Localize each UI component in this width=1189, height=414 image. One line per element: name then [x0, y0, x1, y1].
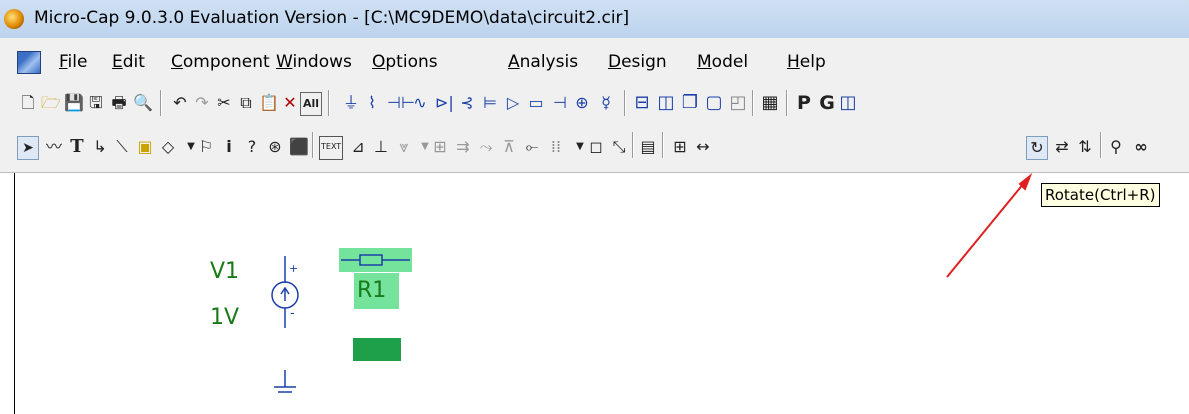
ground-symbol	[274, 370, 296, 393]
resistor-r1	[341, 254, 410, 266]
rotate-tooltip: Rotate(Ctrl+R)	[1041, 183, 1160, 207]
voltage-source-v1	[271, 256, 299, 328]
annotation-arrow	[946, 172, 1033, 278]
schematic-graphics	[271, 172, 1033, 393]
